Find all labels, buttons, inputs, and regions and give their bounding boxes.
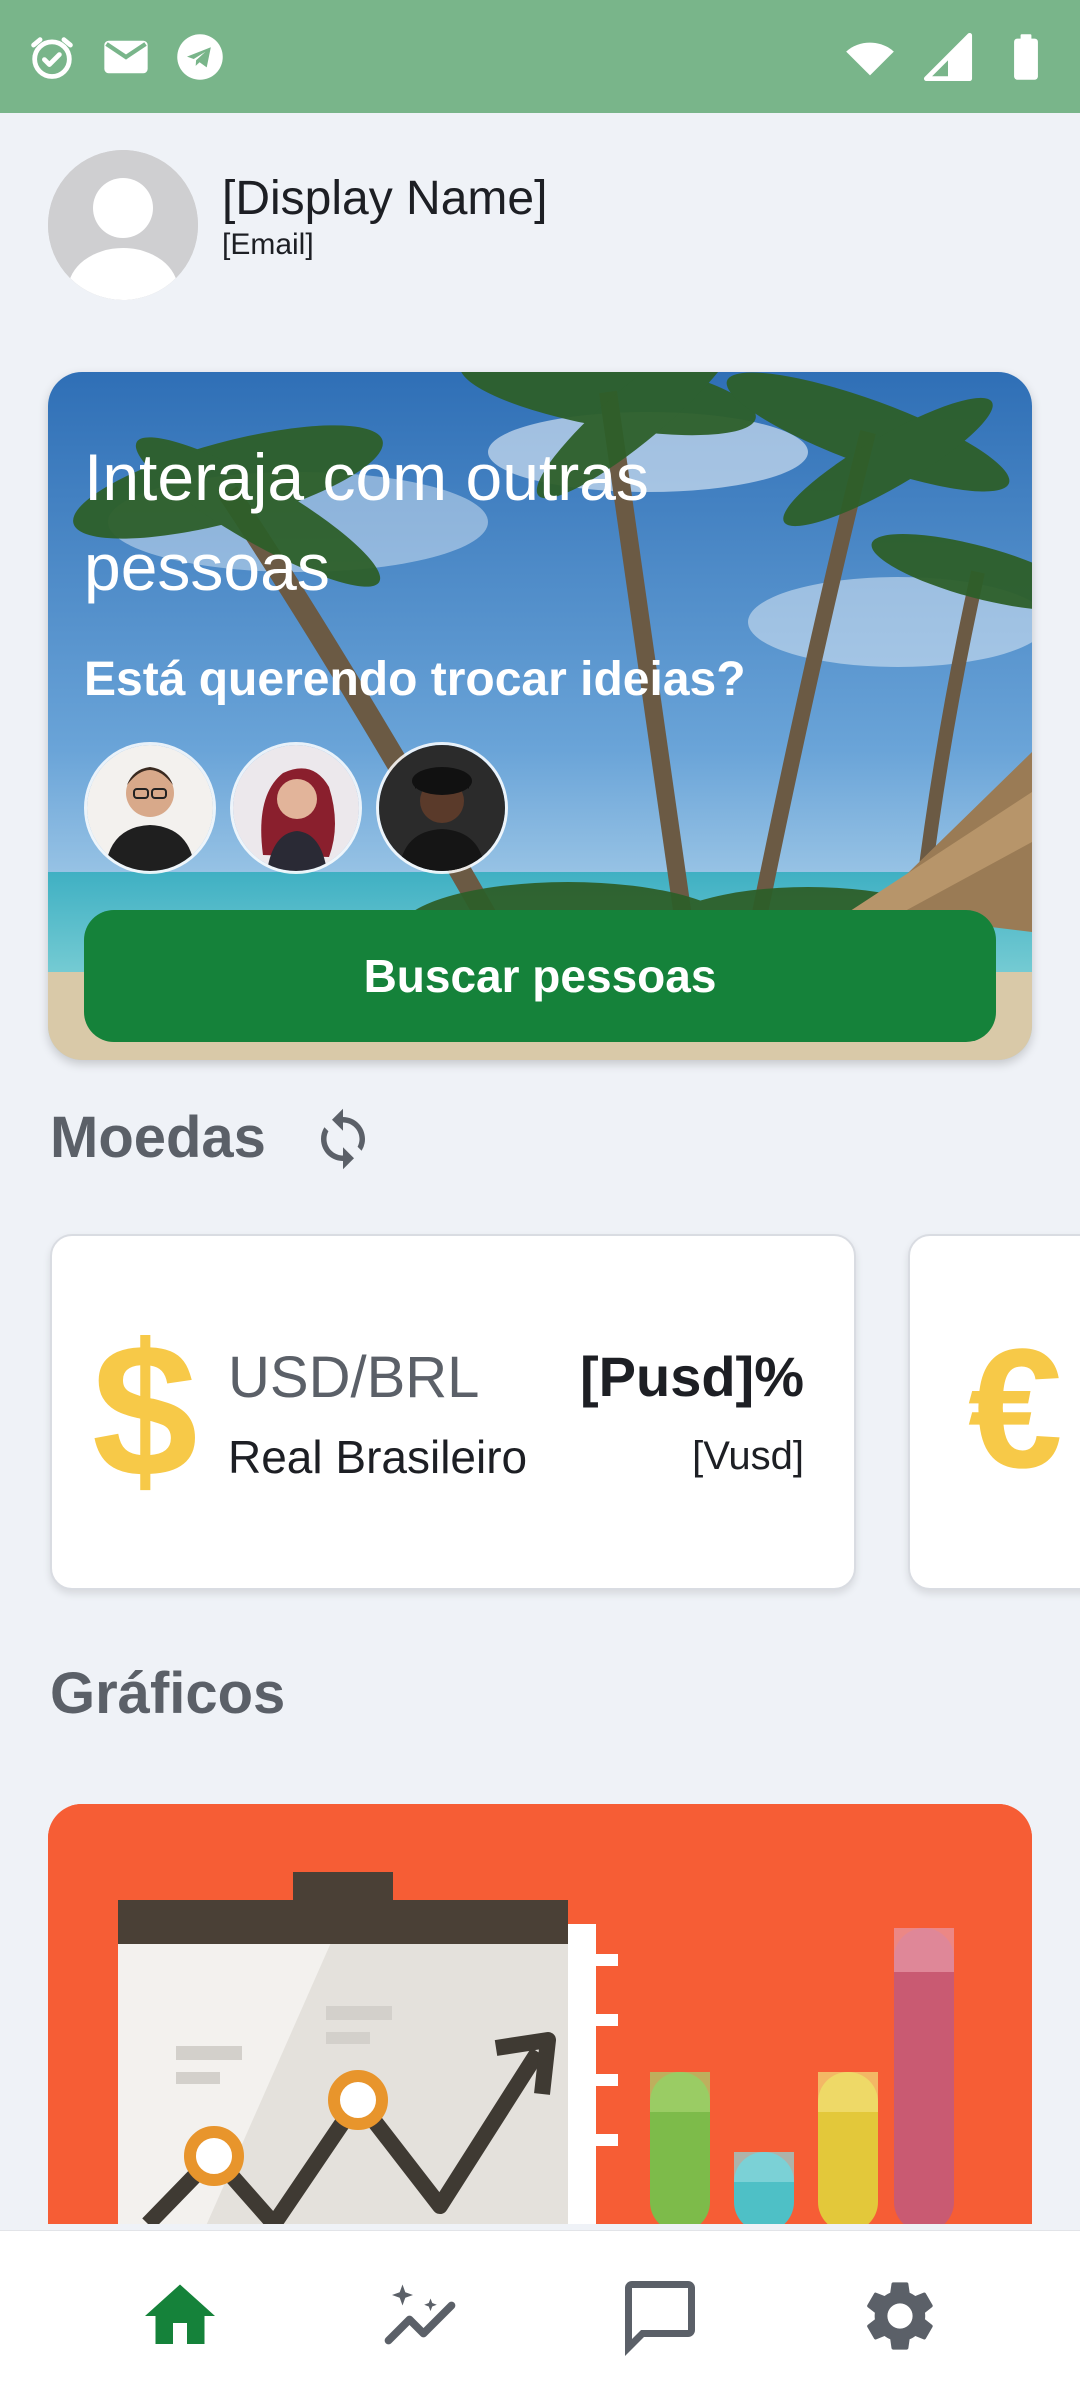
home-icon xyxy=(145,2284,215,2344)
chat-icon xyxy=(625,2280,695,2356)
currency-name: Real Brasileiro xyxy=(228,1431,528,1483)
charts-illustration xyxy=(48,1804,1032,2224)
profile-header[interactable]: [Display Name] [Email] xyxy=(48,150,547,300)
bottom-navigation xyxy=(0,2230,1080,2400)
battery-icon xyxy=(1014,33,1038,80)
person-avatar xyxy=(230,742,362,874)
nav-chat[interactable] xyxy=(590,2256,730,2376)
person-avatar xyxy=(376,742,508,874)
user-placeholder-icon xyxy=(48,150,198,300)
alarm-icon xyxy=(31,36,73,79)
signal-icon xyxy=(923,32,973,81)
person-photo xyxy=(87,745,213,871)
charts-card[interactable] xyxy=(48,1804,1032,2224)
currencies-title: Moedas xyxy=(50,1105,266,1170)
currency-percent: [Pusd]% xyxy=(580,1345,804,1408)
sparkle-chart-icon xyxy=(384,2284,456,2344)
avatar[interactable] xyxy=(48,150,198,300)
dollar-icon: $ xyxy=(92,1305,198,1517)
interact-card: Interaja com outras pessoas Está querend… xyxy=(48,372,1032,1060)
telegram-icon xyxy=(177,33,223,80)
euro-icon: € xyxy=(968,1314,1063,1504)
status-bar-right xyxy=(844,31,1052,83)
currency-card-usd[interactable]: $ USD/BRL Real Brasileiro [Pusd]% [Vusd] xyxy=(50,1234,856,1590)
search-people-button[interactable]: Buscar pessoas xyxy=(84,910,996,1042)
nav-home[interactable] xyxy=(110,2256,250,2376)
email: [Email] xyxy=(222,228,314,261)
mail-icon xyxy=(104,40,148,73)
person-photo xyxy=(233,745,359,871)
currency-pair: USD/BRL xyxy=(228,1345,480,1410)
person-photo xyxy=(379,745,505,871)
display-name: [Display Name] xyxy=(222,172,548,225)
status-bar-left xyxy=(26,31,226,83)
currency-card-eur[interactable]: € xyxy=(908,1234,1080,1590)
nav-settings[interactable] xyxy=(830,2256,970,2376)
profile-text: [Display Name] [Email] xyxy=(222,170,547,262)
refresh-icon[interactable] xyxy=(310,1106,376,1172)
wifi-icon xyxy=(846,42,894,75)
settings-icon xyxy=(867,2281,933,2350)
status-bar xyxy=(0,0,1080,113)
nav-insights[interactable] xyxy=(350,2256,490,2376)
person-avatar xyxy=(84,742,216,874)
people-avatars xyxy=(84,742,508,874)
hero-subtitle: Está querendo trocar ideias? xyxy=(84,653,746,706)
currency-value: [Vusd] xyxy=(692,1434,804,1478)
hero-title: Interaja com outras pessoas xyxy=(84,440,649,604)
charts-title: Gráficos xyxy=(50,1661,286,1726)
